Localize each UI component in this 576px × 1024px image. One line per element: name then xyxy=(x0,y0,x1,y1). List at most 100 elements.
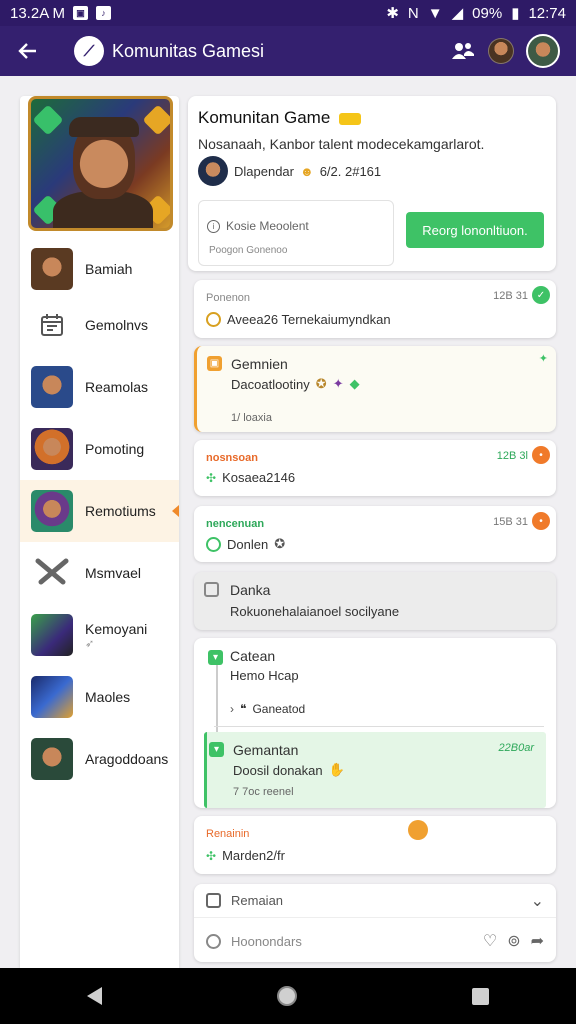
sidebar-item-label: Maoles xyxy=(85,689,131,705)
event-text: Donlen xyxy=(227,536,269,552)
event-title: Gemantan xyxy=(233,742,299,758)
sidebar-item-label: Reamolas xyxy=(85,379,149,395)
chevron-down-icon[interactable]: ⌄ xyxy=(531,891,544,911)
alert-icon: • xyxy=(532,512,550,530)
game-thumbnail xyxy=(31,614,73,656)
people-icon[interactable] xyxy=(450,38,476,64)
smile-icon: ☻ xyxy=(300,163,314,179)
event-time: 22B0ar xyxy=(498,742,534,754)
sidebar-item[interactable]: Kemoyani ➶ xyxy=(20,604,179,666)
event-sub: Ganeatod xyxy=(252,702,306,716)
event-text: Doosil donakan xyxy=(233,762,323,778)
gem-icon xyxy=(32,104,64,136)
medal-icon: ✪ xyxy=(274,536,286,551)
event-time: 12B 3l xyxy=(496,450,528,462)
event-card-muted[interactable]: Danka Rokuonehalaianoel socilyane xyxy=(194,572,556,630)
pin-icon: ➶ xyxy=(85,637,95,650)
app-title: Komunitas Gamesi xyxy=(112,40,265,61)
quote-icon: ❝ xyxy=(240,702,247,716)
share-icon[interactable]: ➦ xyxy=(531,931,544,951)
emoji-icon xyxy=(408,820,428,840)
event-sub: 1/ loaxia xyxy=(231,412,272,424)
bluetooth-icon: ✱ xyxy=(386,5,399,22)
nav-home-icon[interactable] xyxy=(276,986,297,1006)
event-title: Ponenon xyxy=(206,292,251,304)
sidebar-item[interactable]: Reamolas xyxy=(20,356,179,418)
sparkle-icon: ✦ xyxy=(538,353,548,365)
app-bar: ⟋ Komunitas Gamesi xyxy=(0,26,576,76)
sidebar-list: Bamiah Gemolnvs Reamolas Pomoting Remoti… xyxy=(20,244,179,790)
info-icon: i xyxy=(207,219,220,233)
profile-avatar[interactable] xyxy=(526,34,560,68)
event-text: Marden2/fr xyxy=(222,848,285,863)
join-button[interactable]: Reorg lononltiuon. xyxy=(406,212,544,248)
collapsible-header[interactable]: Remaian ⌄ xyxy=(194,884,556,918)
event-title: nosnsoan xyxy=(206,452,258,464)
sidebar-item[interactable]: Msmvael xyxy=(20,542,179,604)
event-card[interactable]: Renainin ✣ Marden2/fr xyxy=(194,816,556,874)
event-text: Dacoatlootiny xyxy=(231,376,310,392)
sidebar: Bamiah Gemolnvs Reamolas Pomoting Remoti… xyxy=(20,96,179,968)
event-card[interactable]: Ponenon 12B 31 ✓ Aveea26 Ternekaiumyndka… xyxy=(194,280,556,338)
collapsible-title: Remaian xyxy=(231,893,284,908)
medal-icon: ✪ xyxy=(315,376,327,391)
trophy-icon: ▾ xyxy=(208,650,223,665)
composer-card: Remaian ⌄ Hoonondars ♡ ⊚ ➦ xyxy=(194,884,556,962)
event-text: Aveea26 Ternekaiumyndkan xyxy=(227,312,391,327)
sidebar-item-label: Gemolnvs xyxy=(85,317,149,333)
event-text: Kosaea2146 xyxy=(222,470,296,485)
attachment-icon[interactable]: ⊚ xyxy=(507,931,520,951)
verified-badge-icon xyxy=(339,112,362,125)
sidebar-item[interactable]: Bamiah xyxy=(20,244,179,294)
event-title: nencenuan xyxy=(206,518,265,530)
group-title-text: Komunitan Game xyxy=(198,108,331,127)
signal-icon: ◢ xyxy=(451,5,464,22)
check-icon: ✓ xyxy=(532,286,550,304)
event-time: 15B 31 xyxy=(493,516,528,528)
emoji-icon[interactable] xyxy=(206,933,221,949)
battery-percent: 09% xyxy=(472,4,503,22)
event-card[interactable]: nencenuan 15B 31 • Donlen ✪ xyxy=(194,506,556,562)
sidebar-item-label: Bamiah xyxy=(85,261,133,277)
status-time-left: 13.2A M xyxy=(10,4,66,22)
trophy-icon: ▾ xyxy=(209,742,224,757)
clap-icon: ✋ xyxy=(328,762,345,777)
heart-icon[interactable]: ♡ xyxy=(483,931,497,951)
timeline-line xyxy=(216,662,218,732)
divider xyxy=(214,726,544,727)
event-text: Hemo Hcap xyxy=(230,668,299,683)
game-thumbnail xyxy=(31,738,73,780)
document-icon xyxy=(204,582,219,597)
calendar-icon xyxy=(206,893,221,908)
hero-headband xyxy=(69,117,139,137)
group-owner[interactable]: Dlapendar ☻ 6/2. 2#161 xyxy=(198,156,381,186)
emoji-icon xyxy=(206,312,221,327)
notification-icon: ▣ xyxy=(73,6,89,20)
calendar-icon xyxy=(31,304,73,346)
nav-back-icon[interactable] xyxy=(87,987,103,1005)
event-card-success[interactable]: ▾ Gemantan 22B0ar Doosil donakan ✋ 7 7oc… xyxy=(204,732,546,808)
sidebar-item-label: Kemoyani xyxy=(85,620,148,637)
event-text: Rokuonehalaianoel socilyane xyxy=(230,604,400,619)
chevron-right-icon[interactable]: › xyxy=(230,702,234,716)
message-field[interactable]: i Kosie Meoolent Poogon Gonenoo xyxy=(198,200,394,266)
group-title: Komunitan Game xyxy=(198,108,362,128)
back-arrow-icon[interactable] xyxy=(0,26,56,76)
composer-input[interactable]: Hoonondars xyxy=(231,934,302,949)
event-title: Danka xyxy=(230,582,271,598)
message-field-hint: Poogon Gonenoo xyxy=(209,245,288,256)
mute-icon: N xyxy=(407,4,419,22)
event-card-highlighted[interactable]: ▣ Gemnien ✦ Dacoatlootiny ✪ ✦ ◆ 1/ loaxi… xyxy=(194,346,556,432)
friend-avatar[interactable] xyxy=(488,38,514,64)
sidebar-item[interactable]: Gemolnvs xyxy=(20,294,179,356)
emoji-icon xyxy=(206,536,221,552)
sidebar-item[interactable]: Pomoting xyxy=(20,418,179,480)
event-card[interactable]: nosnsoan 12B 3l • ✣ Kosaea2146 xyxy=(194,440,556,496)
sidebar-item[interactable]: Maoles xyxy=(20,666,179,728)
game-thumbnail xyxy=(31,248,73,290)
gem-icon: ◆ xyxy=(349,376,360,391)
owner-meta: 6/2. 2#161 xyxy=(319,163,382,179)
nav-recents-icon[interactable] xyxy=(471,987,489,1005)
sidebar-item[interactable]: Aragoddoans xyxy=(20,728,179,790)
sidebar-item-active[interactable]: Remotiums xyxy=(20,480,179,542)
